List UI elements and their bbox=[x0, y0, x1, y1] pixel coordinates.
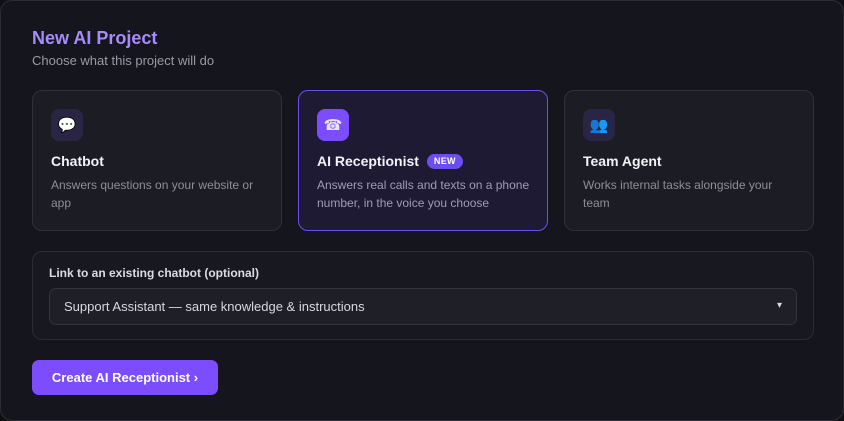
link-chatbot-section: Link to an existing chatbot (optional) S… bbox=[32, 251, 814, 340]
option-card-ai-receptionist[interactable]: ☎ AI Receptionist NEW Answers real calls… bbox=[298, 90, 548, 231]
people-icon: 👥 bbox=[583, 109, 615, 141]
telephone-icon: ☎ bbox=[317, 109, 349, 141]
project-type-options: 💬 Chatbot Answers questions on your webs… bbox=[32, 90, 814, 231]
option-card-title-text: Chatbot bbox=[51, 153, 104, 169]
option-card-title-text: Team Agent bbox=[583, 153, 662, 169]
option-card-title-text: AI Receptionist bbox=[317, 153, 419, 169]
select-value: Support Assistant — same knowledge & ins… bbox=[64, 299, 365, 314]
speech-bubble-icon: 💬 bbox=[51, 109, 83, 141]
new-badge: NEW bbox=[426, 154, 463, 169]
link-chatbot-label: Link to an existing chatbot (optional) bbox=[49, 266, 259, 280]
create-button[interactable]: Create AI Receptionist › bbox=[32, 360, 218, 395]
chevron-down-icon: ▾ bbox=[776, 300, 782, 311]
page-subtitle: Choose what this project will do bbox=[32, 53, 215, 68]
option-card-title: Chatbot bbox=[51, 153, 104, 170]
existing-chatbot-select[interactable]: Support Assistant — same knowledge & ins… bbox=[49, 288, 797, 325]
option-card-description: Answers real calls and texts on a phone … bbox=[317, 178, 530, 210]
option-card-title: AI Receptionist NEW bbox=[317, 153, 463, 170]
option-card-chatbot[interactable]: 💬 Chatbot Answers questions on your webs… bbox=[32, 90, 282, 231]
option-card-description: Answers questions on your website or app bbox=[51, 178, 254, 210]
option-card-team-agent[interactable]: 👥 Team Agent Works internal tasks alongs… bbox=[564, 90, 814, 231]
page-title: New AI Project bbox=[32, 28, 158, 48]
new-project-panel: New AI Project Choose what this project … bbox=[0, 0, 844, 421]
option-card-description: Works internal tasks alongside your team bbox=[583, 178, 773, 210]
option-card-title: Team Agent bbox=[583, 153, 662, 170]
